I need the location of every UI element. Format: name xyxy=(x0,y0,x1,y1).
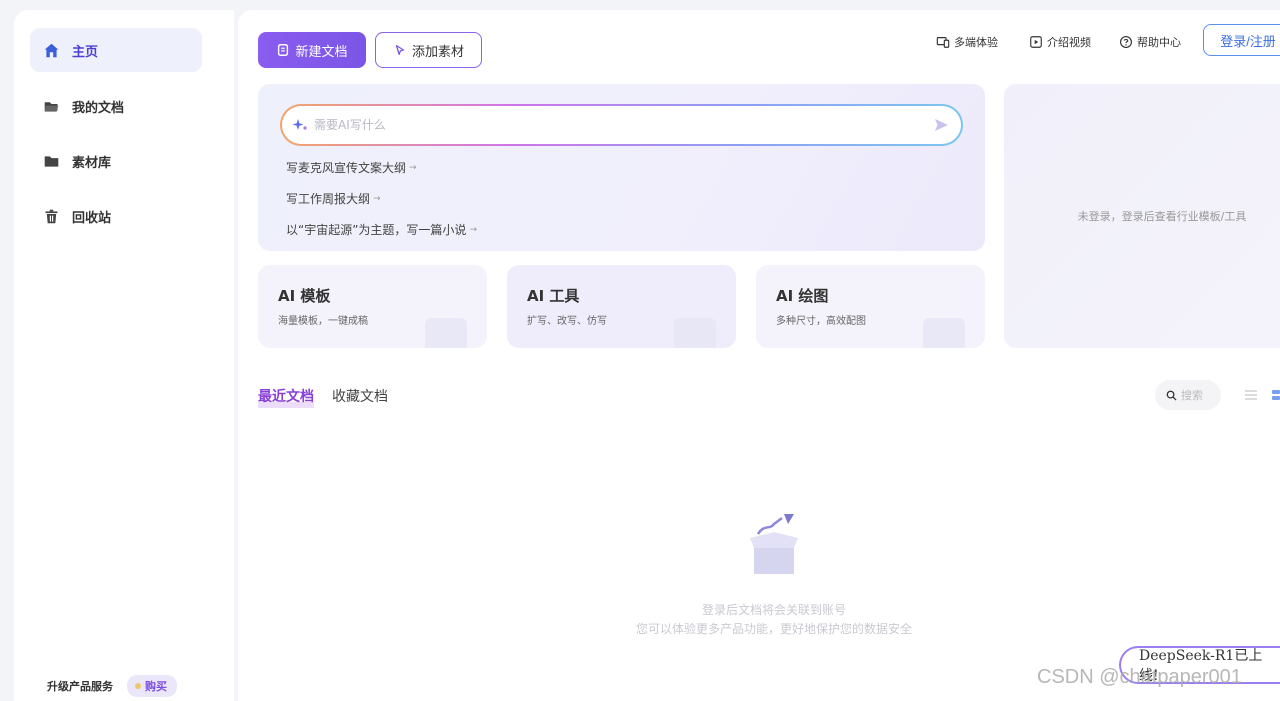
trash-icon xyxy=(42,207,60,225)
home-icon xyxy=(42,41,60,59)
buy-label: 购买 xyxy=(145,680,167,693)
sidebar-item-label: 回收站 xyxy=(72,210,112,226)
sidebar-item-label: 素材库 xyxy=(72,155,112,171)
folder-icon xyxy=(42,152,60,170)
ai-prompt-panel: 写麦克风宣传文案大纲→ 写工作周报大纲→ 以“宇宙起源”为主题，写一篇小说→ xyxy=(258,84,985,251)
document-icon xyxy=(278,44,289,56)
card-title: AI 模板 xyxy=(278,287,331,305)
send-icon[interactable] xyxy=(933,117,949,133)
ai-template-card[interactable]: AI 模板 海量模板，一键成稿 xyxy=(258,265,487,348)
main-content: 新建文档 添加素材 多端体验 介绍视频 帮助中心 登录/注册 写麦克风宣传文案大… xyxy=(238,10,1280,701)
upgrade-section: 升级产品服务 购买 xyxy=(47,675,177,697)
login-register-button[interactable]: 登录/注册 xyxy=(1203,24,1280,56)
card-title: AI 工具 xyxy=(527,287,580,305)
help-icon xyxy=(1120,36,1132,48)
sidebar: 主页 我的文档 素材库 回收站 升级产品服务 购买 xyxy=(14,10,234,701)
tools-icon xyxy=(674,318,716,348)
sidebar-item-trash[interactable]: 回收站 xyxy=(30,194,202,238)
empty-box-illustration xyxy=(750,514,798,574)
watermark: CSDN @chatpaper001 xyxy=(1037,666,1242,688)
doc-search-input[interactable]: 搜索 xyxy=(1155,380,1221,410)
sidebar-item-label: 主页 xyxy=(72,44,99,60)
suggestion-item[interactable]: 写工作周报大纲 → xyxy=(286,190,381,207)
arrow-right-icon: → xyxy=(469,224,477,235)
play-icon xyxy=(1030,36,1042,48)
list-view-icon[interactable] xyxy=(1244,388,1258,402)
new-document-button[interactable]: 新建文档 xyxy=(258,32,366,68)
ai-prompt-input[interactable] xyxy=(314,118,914,132)
template-icon xyxy=(425,318,467,348)
login-prompt-text: 未登录，登录后查看行业模板/工具 xyxy=(1077,210,1247,223)
intro-video-link[interactable]: 介绍视频 xyxy=(1029,34,1091,50)
industry-templates-panel: 未登录，登录后查看行业模板/工具 xyxy=(1004,84,1280,348)
add-material-button[interactable]: 添加素材 xyxy=(375,32,482,68)
arrow-right-icon: → xyxy=(409,162,417,173)
sidebar-item-home[interactable]: 主页 xyxy=(30,28,202,72)
buy-button[interactable]: 购买 xyxy=(127,675,177,697)
folder-open-icon xyxy=(42,97,60,115)
empty-state-line-2: 您可以体验更多产品功能，更好地保护您的数据安全 xyxy=(635,622,912,636)
image-icon xyxy=(923,318,965,348)
help-center-link[interactable]: 帮助中心 xyxy=(1119,34,1181,50)
devices-icon xyxy=(936,37,950,48)
empty-state-line-1: 登录后文档将会关联到账号 xyxy=(701,603,846,617)
sparkle-icon xyxy=(292,119,307,130)
sidebar-item-materials[interactable]: 素材库 xyxy=(30,139,202,183)
sidebar-item-label: 我的文档 xyxy=(72,100,125,116)
suggestion-item[interactable]: 写麦克风宣传文案大纲 → xyxy=(286,159,417,176)
cursor-icon xyxy=(395,44,405,56)
card-title: AI 绘图 xyxy=(776,287,829,305)
ai-prompt-field[interactable] xyxy=(280,104,963,146)
multi-device-link[interactable]: 多端体验 xyxy=(936,34,998,50)
arrow-right-icon: → xyxy=(373,193,381,204)
upgrade-label: 升级产品服务 xyxy=(47,680,113,693)
ai-tools-card[interactable]: AI 工具 扩写、改写、仿写 xyxy=(507,265,736,348)
sidebar-item-my-docs[interactable]: 我的文档 xyxy=(30,84,202,128)
tab-favorite-docs[interactable]: 收藏文档 xyxy=(332,386,388,406)
search-icon xyxy=(1166,390,1177,401)
grid-view-icon[interactable] xyxy=(1272,388,1280,402)
ai-drawing-card[interactable]: AI 绘图 多种尺寸，高效配图 xyxy=(756,265,985,348)
suggestion-item[interactable]: 以“宇宙起源”为主题，写一篇小说 → xyxy=(286,221,477,238)
coin-icon xyxy=(135,683,141,689)
tab-recent-docs[interactable]: 最近文档 xyxy=(258,386,314,408)
